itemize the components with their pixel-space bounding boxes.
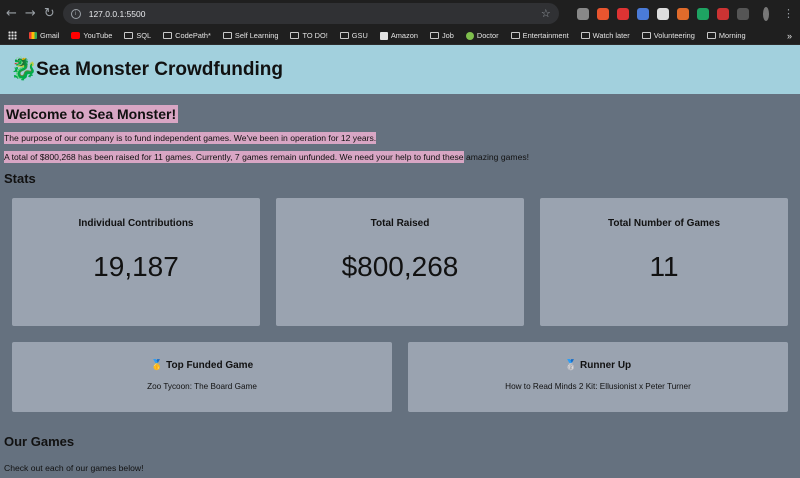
- top-funded-name: Zoo Tycoon: The Board Game: [147, 382, 257, 391]
- site-header: 🐉 Sea Monster Crowdfunding: [0, 45, 800, 94]
- amazon-icon: [379, 31, 388, 40]
- bookmark-label: YouTube: [83, 31, 113, 40]
- bookmark-label: Amazon: [390, 31, 418, 40]
- runner-up-card: 🥈 Runner Up How to Read Minds 2 Kit: Ell…: [408, 342, 788, 412]
- folder-icon: [222, 32, 232, 39]
- apps-grid-icon[interactable]: [8, 31, 17, 40]
- bookmark-star-icon[interactable]: ☆: [541, 7, 551, 20]
- bookmark-label: Morning: [718, 31, 746, 40]
- extension-icon[interactable]: [576, 7, 589, 20]
- more-bookmarks-icon[interactable]: »: [787, 31, 792, 41]
- bookmark-label: Volunteering: [653, 31, 695, 40]
- folder-icon: [580, 32, 590, 39]
- stat-label: Total Raised: [370, 218, 430, 229]
- bookmark-label: Gmail: [40, 31, 60, 40]
- extension-icon[interactable]: [656, 7, 669, 20]
- folder-icon: [641, 32, 651, 39]
- bookmarks-bar: Gmail YouTube SQL CodePath* Self Learnin…: [0, 27, 800, 45]
- bookmark-amazon[interactable]: Amazon: [379, 31, 418, 40]
- gmail-icon: [29, 32, 37, 39]
- top-games-row: 🥇 Top Funded Game Zoo Tycoon: The Board …: [12, 342, 788, 412]
- total-games-card: Total Number of Games 11: [540, 198, 788, 326]
- folder-icon: [163, 32, 173, 39]
- browser-toolbar: ← → ↻ i 127.0.0.1:5500 ☆ ⋮: [0, 0, 800, 27]
- bookmark-entertainment[interactable]: Entertainment: [510, 31, 569, 40]
- bookmark-label: Entertainment: [522, 31, 569, 40]
- sea-monster-logo-icon: 🐉: [10, 56, 38, 82]
- youtube-icon: [71, 32, 81, 39]
- folder-icon: [706, 32, 716, 39]
- reload-icon[interactable]: ↻: [44, 6, 55, 22]
- site-title: Sea Monster Crowdfunding: [36, 58, 283, 80]
- stat-label: Individual Contributions: [78, 218, 194, 229]
- puzzle-icon[interactable]: [736, 7, 749, 20]
- address-bar[interactable]: i 127.0.0.1:5500 ☆: [62, 3, 559, 24]
- top-funded-label: 🥇 Top Funded Game: [150, 360, 254, 371]
- stat-label: Total Number of Games: [607, 218, 721, 229]
- bookmark-sql[interactable]: SQL: [124, 31, 151, 40]
- bookmark-todo[interactable]: TO DO!: [290, 31, 328, 40]
- stat-value: 11: [649, 251, 679, 282]
- contributions-card: Individual Contributions 19,187: [12, 198, 260, 326]
- summary-paragraph: A total of $800,268 has been raised for …: [4, 151, 796, 163]
- url-text[interactable]: 127.0.0.1:5500: [89, 9, 533, 19]
- menu-dots-icon[interactable]: ⋮: [783, 7, 794, 20]
- purpose-text: The purpose of our company is to fund in…: [4, 132, 377, 144]
- bookmark-label: CodePath*: [175, 31, 211, 40]
- profile-avatar[interactable]: [762, 6, 769, 21]
- extension-icon[interactable]: [616, 7, 629, 20]
- leaf-icon: [465, 31, 474, 40]
- main-content: Welcome to Sea Monster! The purpose of o…: [0, 94, 800, 473]
- site-info-icon[interactable]: i: [70, 8, 81, 19]
- our-games-heading: Our Games: [4, 434, 75, 449]
- stat-value: 19,187: [93, 251, 179, 282]
- top-funded-card: 🥇 Top Funded Game Zoo Tycoon: The Board …: [12, 342, 392, 412]
- folder-icon: [124, 32, 134, 39]
- welcome-heading: Welcome to Sea Monster!: [4, 105, 179, 123]
- bookmark-volunteering[interactable]: Volunteering: [641, 31, 695, 40]
- extension-icon[interactable]: [676, 7, 689, 20]
- bookmark-label: Self Learning: [234, 31, 279, 40]
- bookmark-gsu[interactable]: GSU: [339, 31, 368, 40]
- purpose-paragraph: The purpose of our company is to fund in…: [4, 132, 796, 144]
- extension-icon[interactable]: [716, 7, 729, 20]
- bookmark-gmail[interactable]: Gmail: [29, 31, 59, 40]
- folder-icon: [429, 32, 439, 39]
- bookmark-label: Job: [441, 31, 454, 40]
- our-games-subtitle: Check out each of our games below!: [4, 463, 144, 473]
- stat-value: $800,268: [341, 251, 459, 282]
- stats-row: Individual Contributions 19,187 Total Ra…: [12, 198, 788, 326]
- extension-icon[interactable]: [696, 7, 709, 20]
- folder-icon: [510, 32, 520, 39]
- runner-up-name: How to Read Minds 2 Kit: Ellusionist x P…: [505, 382, 691, 391]
- bookmark-codepath[interactable]: CodePath*: [163, 31, 211, 40]
- bookmark-label: Doctor: [476, 31, 499, 40]
- folder-icon: [290, 32, 300, 39]
- bookmark-label: SQL: [136, 31, 152, 40]
- extension-icon[interactable]: [636, 7, 649, 20]
- bookmark-watch-later[interactable]: Watch later: [580, 31, 630, 40]
- bookmark-label: Watch later: [592, 31, 630, 40]
- bookmark-morning[interactable]: Morning: [706, 31, 746, 40]
- forward-arrow-icon[interactable]: →: [25, 6, 36, 22]
- folder-icon: [339, 32, 349, 39]
- summary-highlighted-text: A total of $800,268 has been raised for …: [4, 151, 464, 163]
- bookmark-doctor[interactable]: Doctor: [465, 31, 499, 40]
- bookmark-label: TO DO!: [302, 31, 328, 40]
- bookmark-label: GSU: [351, 31, 368, 40]
- extensions-area: [576, 7, 749, 20]
- extension-icon[interactable]: [596, 7, 609, 20]
- stats-heading: Stats: [4, 171, 36, 186]
- back-arrow-icon[interactable]: ←: [6, 6, 17, 22]
- bookmark-job[interactable]: Job: [429, 31, 454, 40]
- total-raised-card: Total Raised $800,268: [276, 198, 524, 326]
- bookmark-self-learning[interactable]: Self Learning: [222, 31, 279, 40]
- runner-up-label: 🥈 Runner Up: [564, 360, 632, 371]
- summary-rest-text: amazing games!: [463, 152, 530, 162]
- bookmark-youtube[interactable]: YouTube: [71, 31, 112, 40]
